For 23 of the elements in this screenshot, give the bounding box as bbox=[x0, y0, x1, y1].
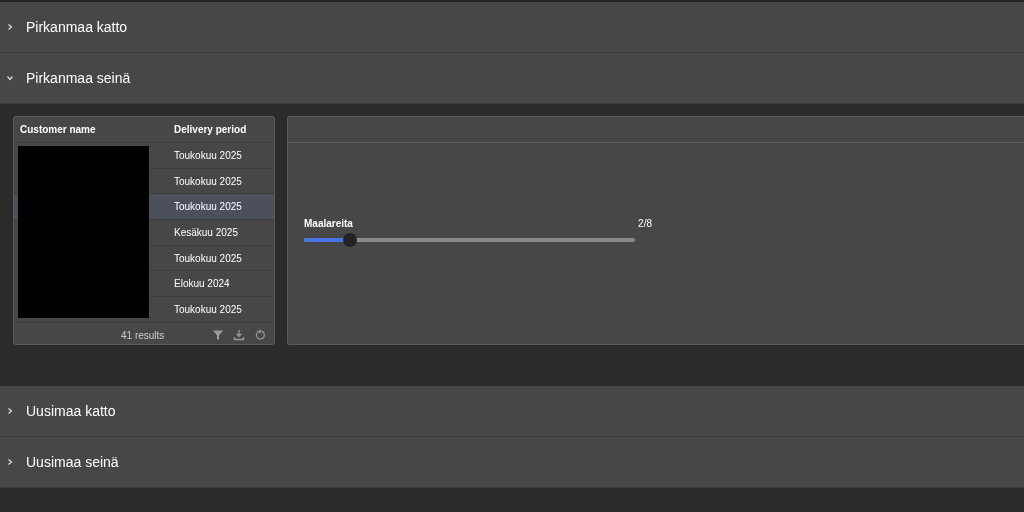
table-cell[interactable]: Kesäkuu 2025 bbox=[168, 220, 274, 245]
table-cell[interactable]: Toukokuu 2025 bbox=[168, 297, 274, 322]
table-cell[interactable]: Toukokuu 2025 bbox=[168, 168, 274, 194]
slider-label: Maalareita bbox=[304, 217, 353, 231]
accordion-header[interactable]: Pirkanmaa seinä bbox=[0, 53, 1024, 104]
filter-icon bbox=[212, 329, 224, 342]
reset-icon bbox=[254, 329, 266, 342]
column-header: Delivery period bbox=[173, 123, 248, 137]
section-title: Uusimaa katto bbox=[26, 401, 116, 421]
result-count: 41 results bbox=[121, 328, 165, 343]
accordion-header[interactable]: Uusimaa seinä bbox=[0, 437, 1024, 488]
accordion-header[interactable]: Uusimaa katto bbox=[0, 386, 1024, 437]
download-icon bbox=[233, 329, 245, 342]
table-cell[interactable]: Toukokuu 2025 bbox=[168, 245, 274, 271]
table-cell[interactable]: Elokuu 2024 bbox=[168, 271, 274, 297]
section-title: Pirkanmaa seinä bbox=[26, 68, 131, 88]
slider-reading: 2/8 bbox=[638, 217, 652, 231]
slider-thumb[interactable] bbox=[343, 233, 358, 247]
accordion-header[interactable]: Pirkanmaa katto bbox=[0, 2, 1024, 53]
section-title: Uusimaa seinä bbox=[26, 452, 119, 472]
table-cell[interactable]: Toukokuu 2025 bbox=[168, 143, 274, 168]
section-title: Pirkanmaa katto bbox=[26, 17, 128, 37]
column-header: Customer name bbox=[19, 123, 97, 137]
